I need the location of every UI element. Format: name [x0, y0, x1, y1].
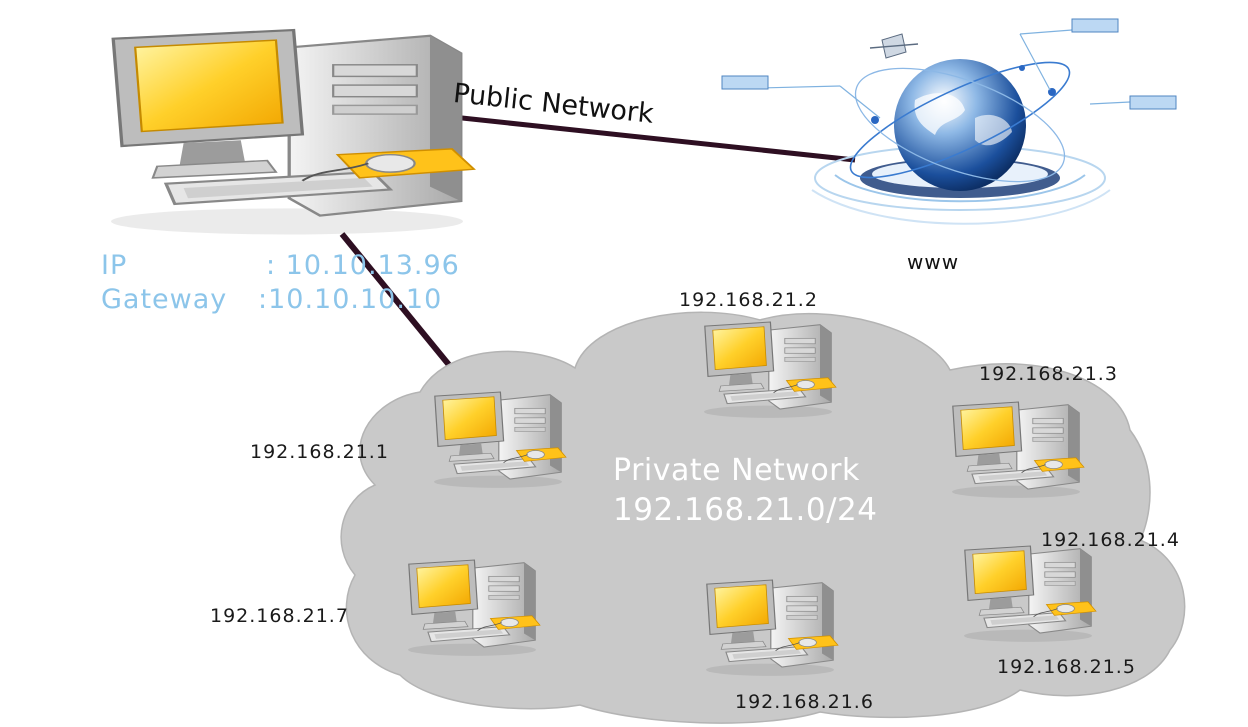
host-ip-label-6: 192.168.21.6	[735, 691, 874, 713]
host-ip-label-4: 192.168.21.4	[1041, 529, 1180, 551]
gateway-value: :10.10.10.10	[258, 284, 443, 315]
gateway-computer-icon	[109, 28, 476, 237]
ip-key: IP	[101, 250, 128, 281]
www-label: www	[907, 250, 960, 274]
host-ip-label-3: 192.168.21.3	[979, 363, 1118, 385]
host-ip-label-5: 192.168.21.5	[997, 656, 1136, 678]
host-ip-label-2: 192.168.21.2	[679, 289, 818, 311]
gateway-key: Gateway	[101, 284, 228, 315]
globe-icon	[721, 18, 1177, 225]
ip-value: : 10.10.13.96	[266, 250, 460, 281]
private-network-subnet: 192.168.21.0/24	[613, 492, 878, 528]
host-ip-label-1: 192.168.21.1	[250, 441, 389, 463]
host-ip-label-7: 192.168.21.7	[210, 605, 349, 627]
private-network-title: Private Network	[613, 453, 860, 488]
